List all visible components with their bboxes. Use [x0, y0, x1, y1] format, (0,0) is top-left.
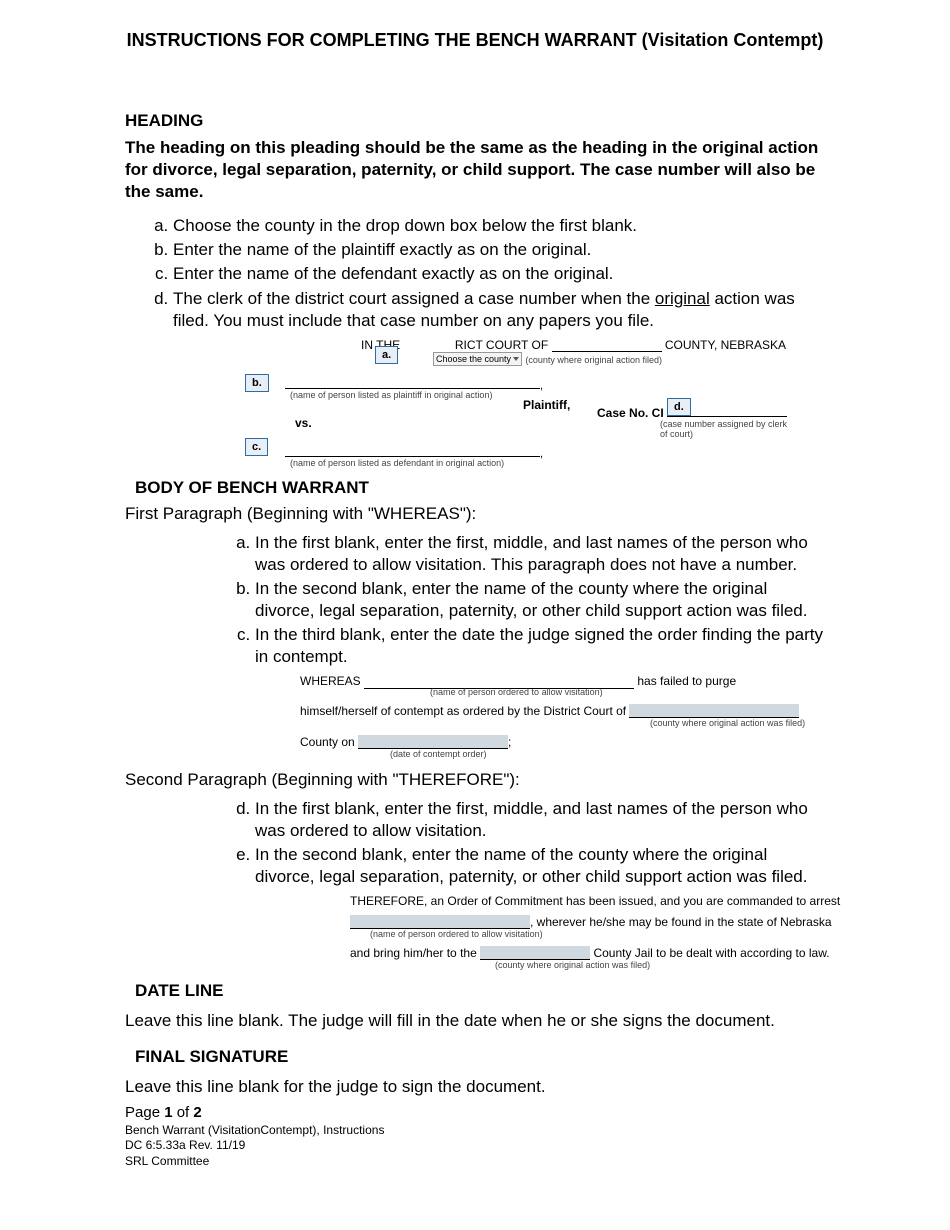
diagram3-name-label: (name of person ordered to allow visitat…: [370, 929, 860, 940]
date-line-text: Leave this line blank. The judge will fi…: [125, 1011, 825, 1031]
heading-item-d-underline: original: [655, 289, 710, 308]
final-signature-text: Leave this line blank for the judge to s…: [125, 1077, 825, 1097]
diagram3-therefore: THEREFORE, an Order of Commitment has be…: [350, 894, 860, 908]
diagram2-county-on: County on: [300, 735, 355, 749]
diagram2-whereas: WHEREAS: [300, 674, 361, 688]
second-paragraph-intro: Second Paragraph (Beginning with "THEREF…: [125, 770, 825, 790]
callout-d: d.: [667, 398, 691, 416]
footer-line3: SRL Committee: [125, 1154, 825, 1170]
footer-line2: DC 6:5.33a Rev. 11/19: [125, 1138, 825, 1154]
heading-item-d: The clerk of the district court assigned…: [173, 288, 825, 332]
first-item-a: In the first blank, enter the first, mid…: [255, 532, 825, 576]
diagram1-county-ne: COUNTY, NEBRASKA: [665, 338, 786, 352]
whereas-diagram: WHEREAS has failed to purge (name of per…: [300, 674, 840, 760]
document-page: INSTRUCTIONS FOR COMPLETING THE BENCH WA…: [0, 0, 950, 1189]
diagram1-case-label: (case number assigned by clerk of court): [660, 419, 795, 439]
diagram2-has-failed: has failed to purge: [637, 674, 736, 688]
heading-item-d-pre: The clerk of the district court assigned…: [173, 289, 655, 308]
page-title: INSTRUCTIONS FOR COMPLETING THE BENCH WA…: [125, 30, 825, 51]
footer-page-num: 1: [164, 1104, 172, 1121]
diagram1-county-filed-label: (county where original action filed): [525, 355, 662, 365]
diagram3-jail: County Jail to be dealt with according t…: [593, 946, 829, 960]
final-signature-label: FINAL SIGNATURE: [135, 1047, 825, 1067]
heading-item-a: Choose the county in the drop down box b…: [173, 215, 825, 237]
diagram2-county-label: (county where original action was filed): [650, 718, 840, 729]
diagram2-name-label: (name of person ordered to allow visitat…: [430, 687, 840, 698]
first-paragraph-intro: First Paragraph (Beginning with "WHEREAS…: [125, 504, 825, 524]
diagram1-plaintiff-label: (name of person listed as plaintiff in o…: [290, 390, 492, 400]
footer-page-total: 2: [193, 1104, 201, 1121]
diagram3-county-label: (county where original action was filed): [495, 960, 860, 971]
diagram2-date-label: (date of contempt order): [390, 749, 840, 760]
footer-page-mid: of: [173, 1104, 194, 1121]
callout-c: c.: [245, 438, 268, 456]
footer-page-pre: Page: [125, 1104, 164, 1121]
second-item-d: In the first blank, enter the first, mid…: [255, 798, 825, 842]
heading-list: Choose the county in the drop down box b…: [125, 215, 825, 331]
caption-diagram: IN THE RICT COURT OF COUNTY, NEBRASKA Ch…: [235, 338, 795, 468]
diagram1-vs: vs.: [295, 416, 312, 430]
page-footer: Page 1 of 2 Bench Warrant (VisitationCon…: [125, 1103, 825, 1169]
date-line-label: DATE LINE: [135, 981, 825, 1001]
diagram3-wherever: , wherever he/she may be found in the st…: [530, 915, 832, 929]
diagram1-plaintiff-word: Plaintiff,: [523, 398, 570, 412]
diagram1-def-label: (name of person listed as defendant in o…: [290, 458, 504, 468]
therefore-diagram: THEREFORE, an Order of Commitment has be…: [350, 894, 860, 971]
heading-intro: The heading on this pleading should be t…: [125, 137, 825, 203]
diagram2-himself: himself/herself of contempt as ordered b…: [300, 704, 626, 718]
first-paragraph-list: In the first blank, enter the first, mid…: [125, 532, 825, 669]
callout-a: a.: [375, 346, 398, 364]
diagram1-case-no: Case No. CI: [597, 406, 664, 420]
body-section-label: BODY OF BENCH WARRANT: [135, 478, 825, 498]
diagram3-bring: and bring him/her to the: [350, 946, 477, 960]
first-item-b: In the second blank, enter the name of t…: [255, 578, 825, 622]
second-paragraph-list: In the first blank, enter the first, mid…: [125, 798, 825, 888]
second-item-e: In the second blank, enter the name of t…: [255, 844, 825, 888]
heading-item-c: Enter the name of the defendant exactly …: [173, 263, 825, 285]
county-dropdown[interactable]: Choose the county: [433, 352, 522, 366]
heading-section-label: HEADING: [125, 111, 825, 131]
first-item-c: In the third blank, enter the date the j…: [255, 624, 825, 668]
footer-line1: Bench Warrant (VisitationContempt), Inst…: [125, 1123, 825, 1139]
diagram1-court-of: RICT COURT OF: [455, 338, 548, 352]
heading-item-b: Enter the name of the plaintiff exactly …: [173, 239, 825, 261]
callout-b: b.: [245, 374, 269, 392]
